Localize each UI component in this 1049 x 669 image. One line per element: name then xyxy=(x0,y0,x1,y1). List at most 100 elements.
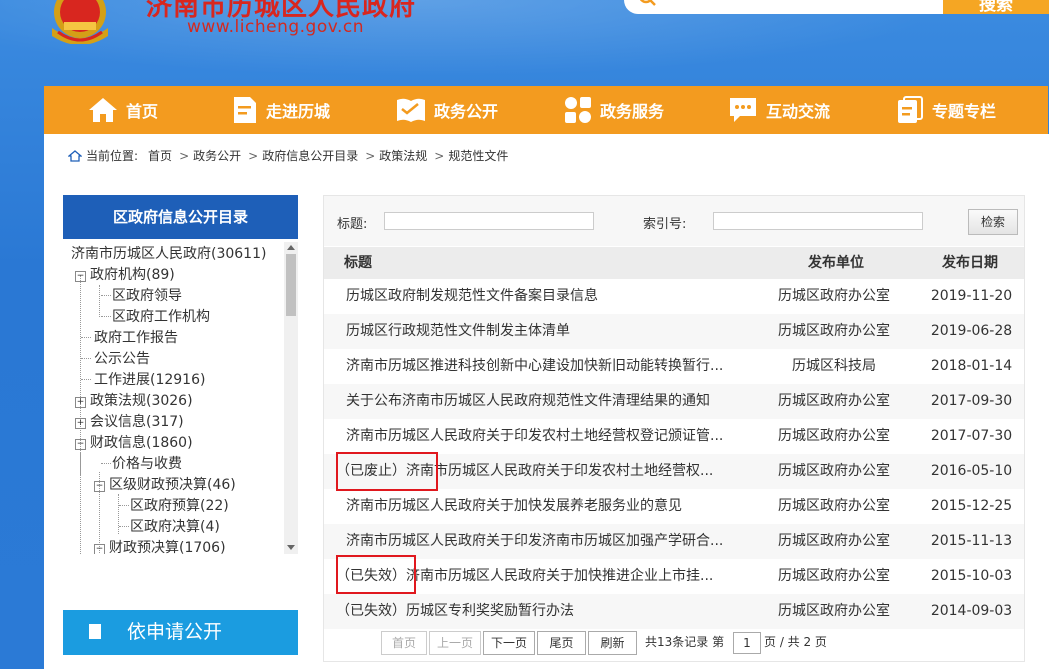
document-title-link[interactable]: 济南市历城区人民政府关于印发农村土地经营权登记颁证管... xyxy=(346,419,751,454)
collapse-icon[interactable]: − xyxy=(75,439,86,450)
column-header-date: 发布日期 xyxy=(942,255,998,271)
column-header-unit: 发布单位 xyxy=(808,255,864,271)
scroll-down-arrow-icon[interactable] xyxy=(287,545,295,550)
publishing-unit: 历城区政府办公室 xyxy=(778,568,890,584)
publishing-unit: 历城区政府办公室 xyxy=(778,323,890,339)
publishing-unit: 历城区政府办公室 xyxy=(778,288,890,304)
tree-item[interactable]: + 政策法规(3026) xyxy=(75,391,193,412)
document-title-link[interactable]: 济南市历城区人民政府关于印发济南市历城区加强产学研合... xyxy=(346,524,751,559)
table-row[interactable]: 济南市历城区人民政府关于印发济南市历城区加强产学研合... 历城区政府办公室 2… xyxy=(324,524,1024,559)
publish-date: 2017-09-30 xyxy=(930,393,1013,409)
site-search-input[interactable] xyxy=(624,0,944,14)
title-filter-input[interactable] xyxy=(384,212,594,230)
table-row[interactable]: 历城区行政规范性文件制发主体清单 历城区政府办公室 2019-06-28 xyxy=(324,314,1024,349)
tree-item[interactable]: + 会议信息(317) xyxy=(75,412,184,433)
chat-icon xyxy=(730,98,756,122)
title-filter-label: 标题: xyxy=(337,217,368,232)
page-number-input[interactable]: 1 xyxy=(733,632,761,654)
breadcrumb-item[interactable]: 政府信息公开目录 xyxy=(262,147,358,164)
apply-disclosure-button[interactable]: 依申请公开 xyxy=(63,610,298,655)
nav-home-label: 首页 xyxy=(126,102,159,121)
tree-item[interactable]: − 区级财政预决算(46) xyxy=(94,475,236,496)
book-icon xyxy=(397,98,425,122)
home-icon xyxy=(89,98,117,122)
document-title-link[interactable]: 济南市历城区推进科技创新中心建设加快新旧动能转换暂行... xyxy=(346,349,751,384)
nav-interaction[interactable]: 互动交流 xyxy=(728,86,830,134)
table-row[interactable]: 历城区政府制发规范性文件备案目录信息 历城区政府办公室 2019-11-20 xyxy=(324,279,1024,314)
table-header: 标题 发布单位 发布日期 xyxy=(324,247,1024,279)
document-title-link[interactable]: 历城区政府制发规范性文件备案目录信息 xyxy=(346,279,751,314)
scrollbar-thumb[interactable] xyxy=(286,254,296,316)
nav-special-topics[interactable]: 专题专栏 xyxy=(896,86,996,134)
prev-page-button[interactable]: 上一页 xyxy=(429,631,481,655)
breadcrumb-prefix: 当前位置: xyxy=(86,149,139,163)
publishing-unit: 历城区政府办公室 xyxy=(778,603,890,619)
table-row[interactable]: （已失效）历城区专利奖奖励暂行办法 历城区政府办公室 2014-09-03 xyxy=(324,594,1024,629)
publishing-unit: 历城区科技局 xyxy=(792,358,876,374)
publishing-unit: 历城区政府办公室 xyxy=(778,498,890,514)
tree-item[interactable]: 价格与收费 xyxy=(112,454,182,475)
publishing-unit: 历城区政府办公室 xyxy=(778,463,890,479)
last-page-button[interactable]: 尾页 xyxy=(537,631,586,655)
tree-item[interactable]: − 财政预决算(1706) xyxy=(94,538,226,554)
breadcrumb-item[interactable]: 规范性文件 xyxy=(448,147,508,164)
collapse-icon[interactable]: − xyxy=(75,271,86,282)
breadcrumb-item[interactable]: 首页 xyxy=(148,147,172,164)
tree-item[interactable]: 区政府领导 xyxy=(112,286,182,307)
grid-icon xyxy=(565,97,591,123)
tree-item[interactable]: − 财政信息(1860) xyxy=(75,433,193,454)
breadcrumb-item[interactable]: 政策法规 xyxy=(379,147,427,164)
document-title-link[interactable]: 关于公布济南市历城区人民政府规范性文件清理结果的通知 xyxy=(346,384,751,419)
collapse-icon[interactable]: − xyxy=(94,481,105,492)
scroll-up-arrow-icon[interactable] xyxy=(287,245,295,250)
home-small-icon xyxy=(68,149,82,162)
national-emblem-icon xyxy=(52,0,108,44)
page-count-text: 页 / 共 2 页 xyxy=(764,635,827,649)
table-row[interactable]: 济南市历城区人民政府关于印发农村土地经营权登记颁证管... 历城区政府办公室 2… xyxy=(324,419,1024,454)
tree-item[interactable]: 区政府决算(4) xyxy=(130,517,220,538)
tree-item[interactable]: 公示公告 xyxy=(94,349,150,370)
index-filter-input[interactable] xyxy=(713,212,923,230)
nav-services[interactable]: 政务服务 xyxy=(564,86,664,134)
refresh-button[interactable]: 刷新 xyxy=(588,631,637,655)
apply-disclosure-label: 依申请公开 xyxy=(127,621,223,643)
breadcrumb-item[interactable]: 政务公开 xyxy=(193,147,241,164)
document-title-link[interactable]: 历城区行政规范性文件制发主体清单 xyxy=(346,314,751,349)
table-row[interactable]: 关于公布济南市历城区人民政府规范性文件清理结果的通知 历城区政府办公室 2017… xyxy=(324,384,1024,419)
tree-scrollbar[interactable] xyxy=(284,242,298,554)
tree-item[interactable]: − 政府机构(89) xyxy=(75,265,175,286)
nav-about-label: 走进历城 xyxy=(266,102,331,121)
publish-date: 2015-12-25 xyxy=(930,498,1013,514)
tree-item[interactable]: 区政府工作机构 xyxy=(112,307,210,328)
content-area: 当前位置: 首页 > 政务公开 > 政府信息公开目录 > 政策法规 > 规范性文… xyxy=(44,134,1049,669)
table-row[interactable]: （已失效）济南市历城区人民政府关于加快推进企业上市挂... 历城区政府办公室 2… xyxy=(324,559,1024,594)
document-icon xyxy=(89,624,101,639)
document-title-link[interactable]: 济南市历城区人民政府关于加快发展养老服务业的意见 xyxy=(346,489,751,524)
publish-date: 2016-05-10 xyxy=(930,463,1013,479)
nav-government-affairs-label: 政务公开 xyxy=(434,102,499,121)
publish-date: 2017-07-30 xyxy=(930,428,1013,444)
table-row[interactable]: 济南市历城区推进科技创新中心建设加快新旧动能转换暂行... 历城区科技局 201… xyxy=(324,349,1024,384)
tree-item[interactable]: 区政府预算(22) xyxy=(130,496,229,517)
nav-about[interactable]: 走进历城 xyxy=(232,86,330,134)
document-title-link[interactable]: （已失效）历城区专利奖奖励暂行办法 xyxy=(336,594,741,629)
next-page-button[interactable]: 下一页 xyxy=(483,631,535,655)
table-row[interactable]: 济南市历城区人民政府关于加快发展养老服务业的意见 历城区政府办公室 2015-1… xyxy=(324,489,1024,524)
first-page-button[interactable]: 首页 xyxy=(381,631,427,655)
file-icon xyxy=(898,96,923,123)
tree-item[interactable]: 政府工作报告 xyxy=(94,328,178,349)
expand-icon[interactable]: + xyxy=(75,418,86,429)
publish-date: 2018-01-14 xyxy=(930,358,1013,374)
nav-services-label: 政务服务 xyxy=(600,102,665,121)
collapse-icon[interactable]: − xyxy=(94,544,105,554)
highlight-box-invalid xyxy=(336,555,416,594)
nav-home[interactable]: 首页 xyxy=(88,86,158,134)
filter-search-button[interactable]: 检索 xyxy=(968,209,1018,235)
site-search-button[interactable]: 搜索 xyxy=(943,0,1049,15)
nav-government-affairs[interactable]: 政务公开 xyxy=(396,86,498,134)
expand-icon[interactable]: + xyxy=(75,397,86,408)
directory-tree: 济南市历城区人民政府(30611) − 政府机构(89) 区政府领导 区政府工作机… xyxy=(63,242,298,554)
tree-item[interactable]: 工作进展(12916) xyxy=(94,370,205,391)
tree-item-root[interactable]: 济南市历城区人民政府(30611) xyxy=(71,244,266,265)
site-url[interactable]: www.licheng.gov.cn xyxy=(187,17,364,37)
